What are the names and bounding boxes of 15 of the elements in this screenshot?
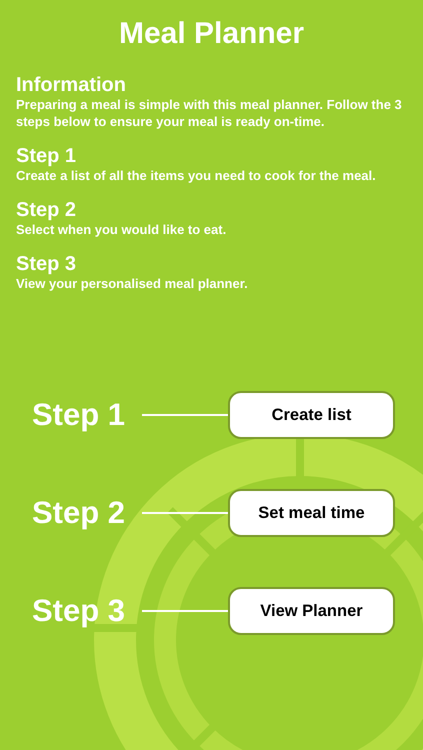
- section-text: Select when you would like to eat.: [16, 222, 228, 239]
- section-heading: Step 1: [16, 144, 78, 168]
- section-heading: Step 2: [16, 198, 78, 222]
- step-label: Step 2: [32, 494, 126, 532]
- section-text: Create a list of all the items you need to cook for the meal.: [16, 168, 377, 185]
- step-button[interactable]: Create list: [228, 391, 395, 440]
- step-label: Step 1: [32, 396, 126, 434]
- step-button[interactable]: Set meal time: [228, 489, 395, 538]
- step-button[interactable]: View Planner: [228, 587, 395, 636]
- step-label: Step 3: [32, 592, 126, 630]
- section-heading: Information: [16, 74, 127, 97]
- section-text: View your personalised meal planner.: [16, 276, 249, 292]
- section-heading: Step 3: [16, 252, 78, 276]
- app-title: Meal Planner: [118, 16, 306, 52]
- section-text: Preparing a meal is simple with this meal planner. Follow the 3 steps below to ensure your meal is ready on-time.: [16, 97, 403, 131]
